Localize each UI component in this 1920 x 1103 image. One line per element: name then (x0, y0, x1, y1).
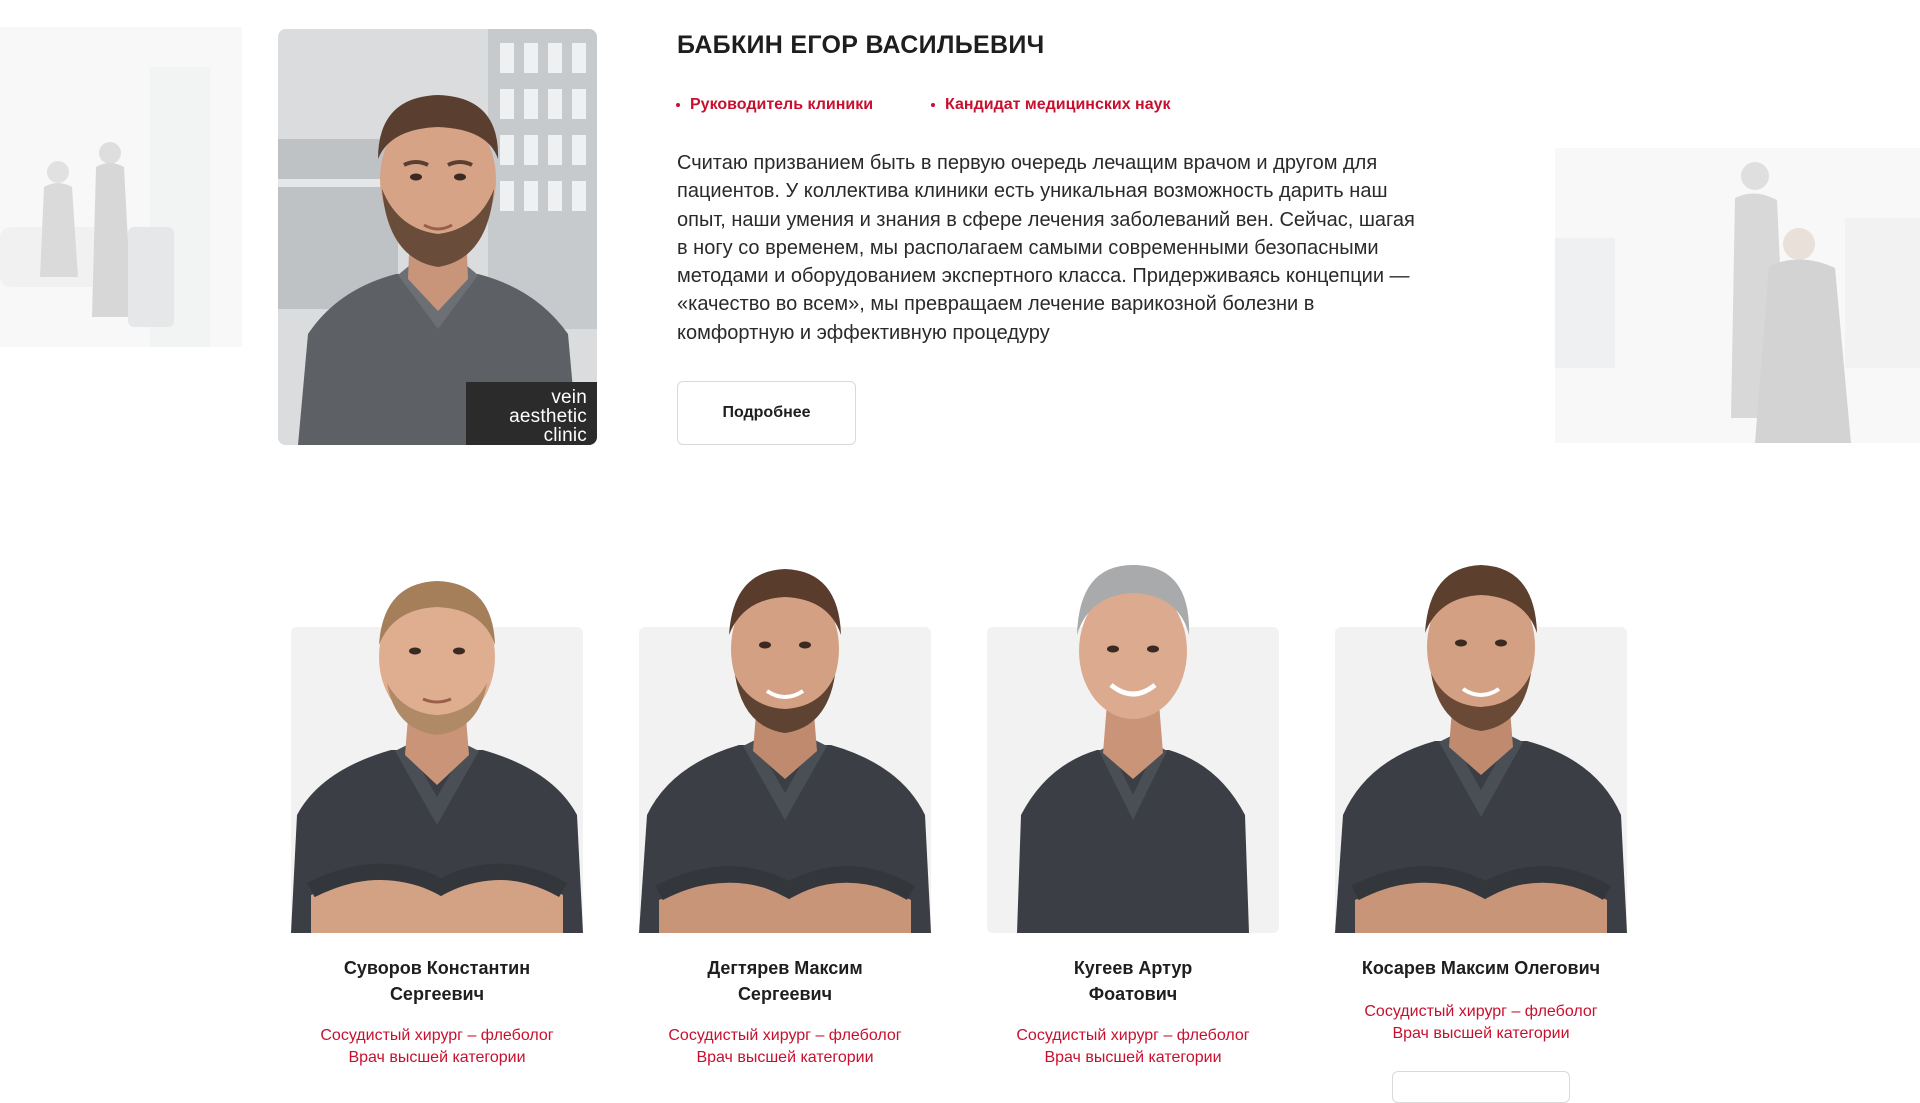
doctor-role-line-2: Врач высшей категории (1044, 1049, 1222, 1066)
doctor-photo (1335, 565, 1627, 933)
doctor-role-line-2: Врач высшей категории (696, 1049, 874, 1066)
doctor-more-button[interactable] (1392, 1071, 1570, 1103)
doctor-role-line-1: Сосудистый хирург – флеболог (320, 1027, 554, 1044)
lead-doctor-photo: vein aesthetic clinic (278, 29, 597, 445)
tag-degree-label: Кандидат медицинских наук (945, 96, 1171, 113)
doctor-name-line-2: Сергеевич (389, 984, 485, 1004)
doctor-name-line-1: Кугеев Артур (1073, 958, 1193, 978)
clinic-logo: vein aesthetic clinic (466, 382, 597, 445)
doctor-card-suvorov[interactable]: Суворов Константин Сергеевич Сосудистый … (291, 565, 583, 1069)
doctor-name-line-2: Сергеевич (737, 984, 833, 1004)
lead-doctor-name: БАБКИН ЕГОР ВАСИЛЬЕВИЧ (677, 31, 1045, 59)
doctor-photo (987, 565, 1279, 933)
logo-line-3: clinic (543, 425, 587, 445)
doctor-name-line-1: Косарев Максим Олегович (1361, 958, 1601, 978)
more-details-button[interactable]: Подробнее (677, 381, 856, 445)
tag-degree: Кандидат медицинских наук (931, 96, 1171, 114)
doctor-role-line-1: Сосудистый хирург – флеболог (1016, 1027, 1250, 1044)
doctor-name: Суворов Константин Сергеевич (302, 955, 572, 1007)
doctor-card-kosarev[interactable]: Косарев Максим Олегович Сосудистый хирур… (1335, 565, 1627, 1045)
bullet-icon (676, 103, 680, 107)
doctor-role-line-1: Сосудистый хирург – флеболог (668, 1027, 902, 1044)
doctor-role-line-2: Врач высшей категории (348, 1049, 526, 1066)
doctor-photo (639, 565, 931, 933)
doctor-name-line-2: Фоатович (1088, 984, 1178, 1004)
doctor-role-line-1: Сосудистый хирург – флеболог (1364, 1003, 1598, 1020)
doctor-name-line-1: Дегтярев Максим (707, 958, 863, 978)
doctor-name-line-1: Суворов Константин (343, 958, 531, 978)
doctor-role: Сосудистый хирург – флеболог Врач высшей… (291, 1025, 583, 1069)
clinic-photo-left (0, 27, 242, 347)
tag-position: Руководитель клиники (676, 96, 873, 114)
doctor-name: Кугеев Артур Фоатович (998, 955, 1268, 1007)
tag-position-label: Руководитель клиники (690, 96, 874, 113)
doctor-role: Сосудистый хирург – флеболог Врач высшей… (987, 1025, 1279, 1069)
doctor-name: Косарев Максим Олегович (1346, 955, 1616, 981)
logo-line-2: aesthetic (509, 406, 587, 427)
logo-line-1: vein (551, 387, 587, 408)
doctor-role: Сосудистый хирург – флеболог Врач высшей… (639, 1025, 931, 1069)
clinic-photo-right (1555, 148, 1920, 443)
doctor-role: Сосудистый хирург – флеболог Врач высшей… (1335, 1001, 1627, 1045)
doctor-name: Дегтярев Максим Сергеевич (650, 955, 920, 1007)
doctor-photo (291, 565, 583, 933)
doctor-role-line-2: Врач высшей категории (1392, 1025, 1570, 1042)
lead-doctor-tags: Руководитель клиники Кандидат медицински… (676, 96, 1171, 114)
lead-doctor-bio: Считаю призванием быть в первую очередь … (677, 152, 1415, 344)
bullet-icon (931, 103, 936, 107)
doctor-card-degtyarev[interactable]: Дегтярев Максим Сергеевич Сосудистый хир… (639, 565, 931, 1069)
doctor-card-kugeev[interactable]: Кугеев Артур Фоатович Сосудистый хирург … (987, 565, 1279, 1069)
